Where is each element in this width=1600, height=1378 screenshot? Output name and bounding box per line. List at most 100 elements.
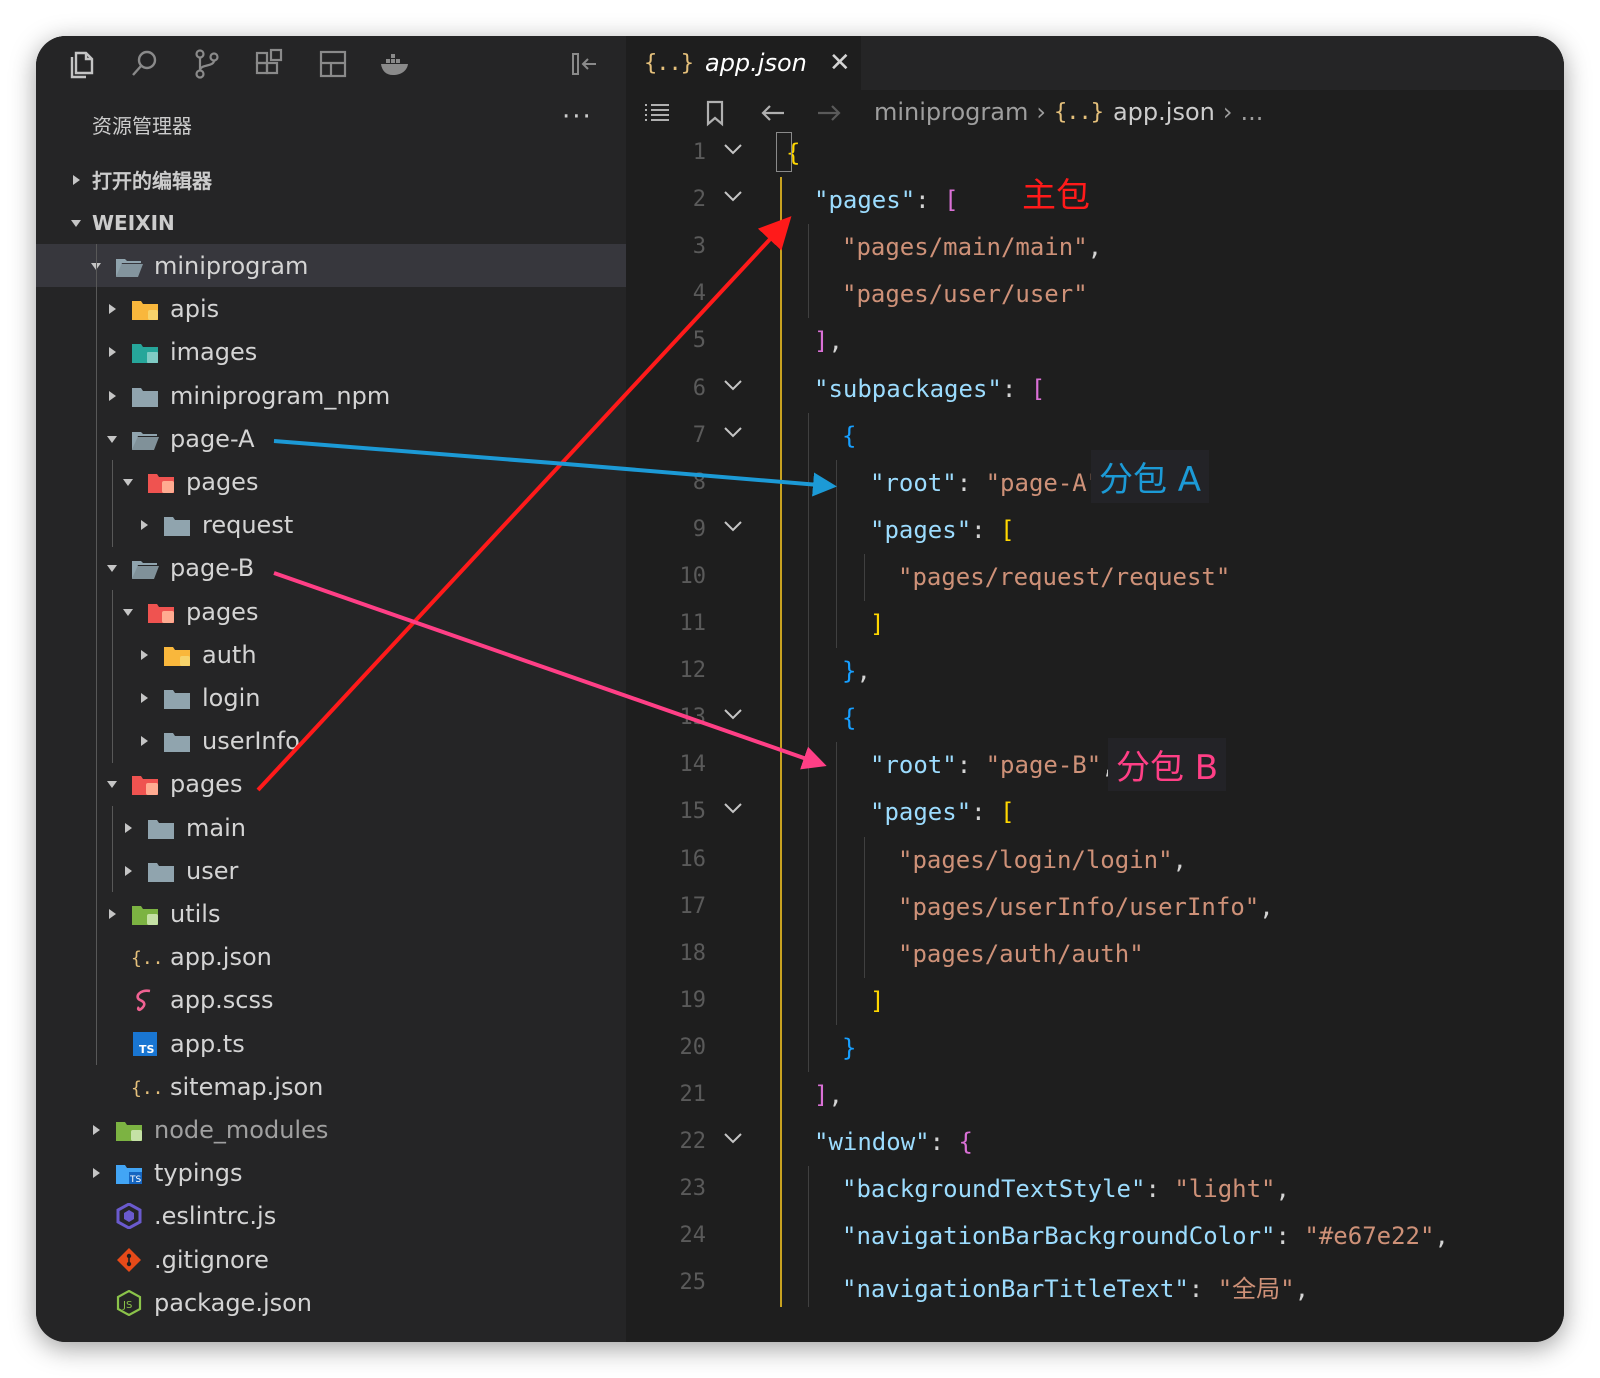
folder-open-icon	[130, 426, 160, 452]
code-line[interactable]: 11]	[626, 601, 1564, 648]
code-line[interactable]: 4 "pages/user/user"	[626, 271, 1564, 318]
tree-item[interactable]: miniprogram	[36, 244, 626, 288]
tree-item[interactable]: login	[36, 676, 626, 719]
fold-chevron-icon[interactable]	[722, 421, 744, 443]
code-text: {	[842, 704, 856, 732]
breadcrumb-folder[interactable]: miniprogram	[874, 98, 1028, 126]
code-line[interactable]: 12},	[626, 648, 1564, 695]
tree-item-label: apis	[170, 295, 220, 324]
collapse-panel-icon[interactable]	[568, 47, 602, 81]
tree-item[interactable]: pages	[36, 460, 626, 503]
tree-item[interactable]: {..} sitemap.json	[36, 1065, 626, 1108]
line-number: 22	[679, 1129, 707, 1155]
tree-item-label: main	[186, 813, 246, 842]
tree-item[interactable]: utils	[36, 892, 626, 935]
code-line[interactable]: 10 "pages/request/request"	[626, 554, 1564, 601]
tree-item[interactable]: request	[36, 504, 626, 547]
tree-item[interactable]: apis	[36, 288, 626, 331]
code-line[interactable]: 22 "window": {	[626, 1119, 1564, 1166]
files-icon[interactable]	[66, 47, 100, 81]
code-line[interactable]: 9 "pages": [	[626, 507, 1564, 554]
chevron-right-icon	[134, 515, 154, 535]
line-number: 19	[679, 987, 707, 1013]
code-line[interactable]: 25 "navigationBarTitleText": "全局",	[626, 1260, 1564, 1307]
fold-chevron-icon[interactable]	[722, 515, 744, 537]
bookmark-icon[interactable]	[700, 98, 730, 128]
code-token: "pages/auth/auth"	[898, 939, 1144, 968]
tree-item-label: page-A	[170, 424, 255, 453]
code-line[interactable]: 13 {	[626, 695, 1564, 742]
more-actions-icon[interactable]: ···	[562, 102, 593, 132]
chevron-down-icon	[102, 429, 122, 449]
chevron-right-icon	[118, 818, 138, 838]
outline-icon[interactable]	[642, 98, 672, 128]
code-line[interactable]: 17 "pages/userInfo/userInfo",	[626, 884, 1564, 931]
line-number: 2	[692, 187, 706, 213]
tree-item[interactable]: {..} app.json	[36, 936, 626, 979]
arrow-forward-icon[interactable]	[814, 98, 844, 128]
fold-chevron-icon[interactable]	[722, 185, 744, 207]
fold-chevron-icon[interactable]	[722, 797, 744, 819]
tab-app-json[interactable]: {..} app.json ✕	[626, 36, 861, 90]
chevron-right-icon	[86, 1120, 106, 1140]
fold-chevron-icon[interactable]	[722, 1127, 744, 1149]
chevron-down-icon	[66, 213, 86, 233]
code-line[interactable]: 18 "pages/auth/auth"	[626, 931, 1564, 978]
code-line[interactable]: 14 "root": "page-B",	[626, 742, 1564, 789]
tree-item[interactable]: main	[36, 806, 626, 849]
tree-item[interactable]: node_modules	[36, 1108, 626, 1151]
tree-item[interactable]: user	[36, 849, 626, 892]
tree-item[interactable]: images	[36, 331, 626, 374]
code-token: ]	[870, 986, 885, 1015]
code-token: ,	[828, 1081, 843, 1109]
code-line[interactable]: 5],	[626, 318, 1564, 365]
code-line[interactable]: 21],	[626, 1072, 1564, 1119]
close-icon[interactable]: ✕	[829, 48, 851, 78]
arrow-back-icon[interactable]	[758, 98, 788, 128]
tree-item[interactable]: pages	[36, 590, 626, 633]
code-line[interactable]: 20}	[626, 1025, 1564, 1072]
indent-guide	[808, 224, 809, 319]
code-line[interactable]: 19]	[626, 978, 1564, 1025]
section-header[interactable]: WEIXIN	[36, 201, 626, 244]
breadcrumb-symbol[interactable]: ...	[1240, 98, 1263, 126]
code-token: "pages/login/login"	[898, 845, 1173, 874]
tree-item[interactable]: miniprogram_npm	[36, 374, 626, 417]
source-control-icon[interactable]	[190, 47, 224, 81]
tree-item-label: app.json	[170, 943, 272, 972]
tree-item[interactable]: .eslintrc.js	[36, 1195, 626, 1238]
search-icon[interactable]	[128, 47, 162, 81]
section-header[interactable]: 打开的编辑器	[36, 158, 626, 201]
tree-item[interactable]: .gitignore	[36, 1238, 626, 1281]
tree-item[interactable]: app.scss	[36, 979, 626, 1022]
tree-item[interactable]: userInfo	[36, 720, 626, 763]
layout-icon[interactable]	[316, 47, 350, 81]
tree-item[interactable]: TS typings	[36, 1152, 626, 1195]
code-line[interactable]: 15 "pages": [	[626, 789, 1564, 836]
code-line[interactable]: 24 "navigationBarBackgroundColor": "#e67e…	[626, 1213, 1564, 1260]
indent-guide	[808, 412, 809, 1072]
code-line[interactable]: 6 "subpackages": [	[626, 366, 1564, 413]
code-line[interactable]: 23 "backgroundTextStyle": "light",	[626, 1166, 1564, 1213]
breadcrumb-file[interactable]: app.json	[1113, 98, 1215, 126]
chevron-right-icon	[134, 688, 154, 708]
tree-item[interactable]: page-A	[36, 417, 626, 460]
fold-chevron-icon[interactable]	[722, 138, 744, 160]
extensions-icon[interactable]	[252, 47, 286, 81]
docker-icon[interactable]	[378, 47, 412, 81]
code-line[interactable]: 3 "pages/main/main",	[626, 224, 1564, 271]
fold-chevron-icon[interactable]	[722, 703, 744, 725]
tree-item[interactable]: pages	[36, 763, 626, 806]
line-number: 7	[692, 422, 706, 448]
svg-text:{..}: {..}	[131, 948, 160, 969]
tree-item[interactable]: auth	[36, 633, 626, 676]
tree-item[interactable]: TS app.ts	[36, 1022, 626, 1065]
tree-item[interactable]: page-B	[36, 547, 626, 590]
code-token: "page-B"	[985, 751, 1102, 780]
tree-item[interactable]: JS package.json	[36, 1281, 626, 1324]
sidebar: 资源管理器 ··· 打开的编辑器 WEIXIN miniprogram apis ima…	[36, 36, 626, 1342]
explorer-title: 资源管理器	[92, 114, 192, 138]
code-line[interactable]: 16 "pages/login/login",	[626, 837, 1564, 884]
fold-chevron-icon[interactable]	[722, 374, 744, 396]
